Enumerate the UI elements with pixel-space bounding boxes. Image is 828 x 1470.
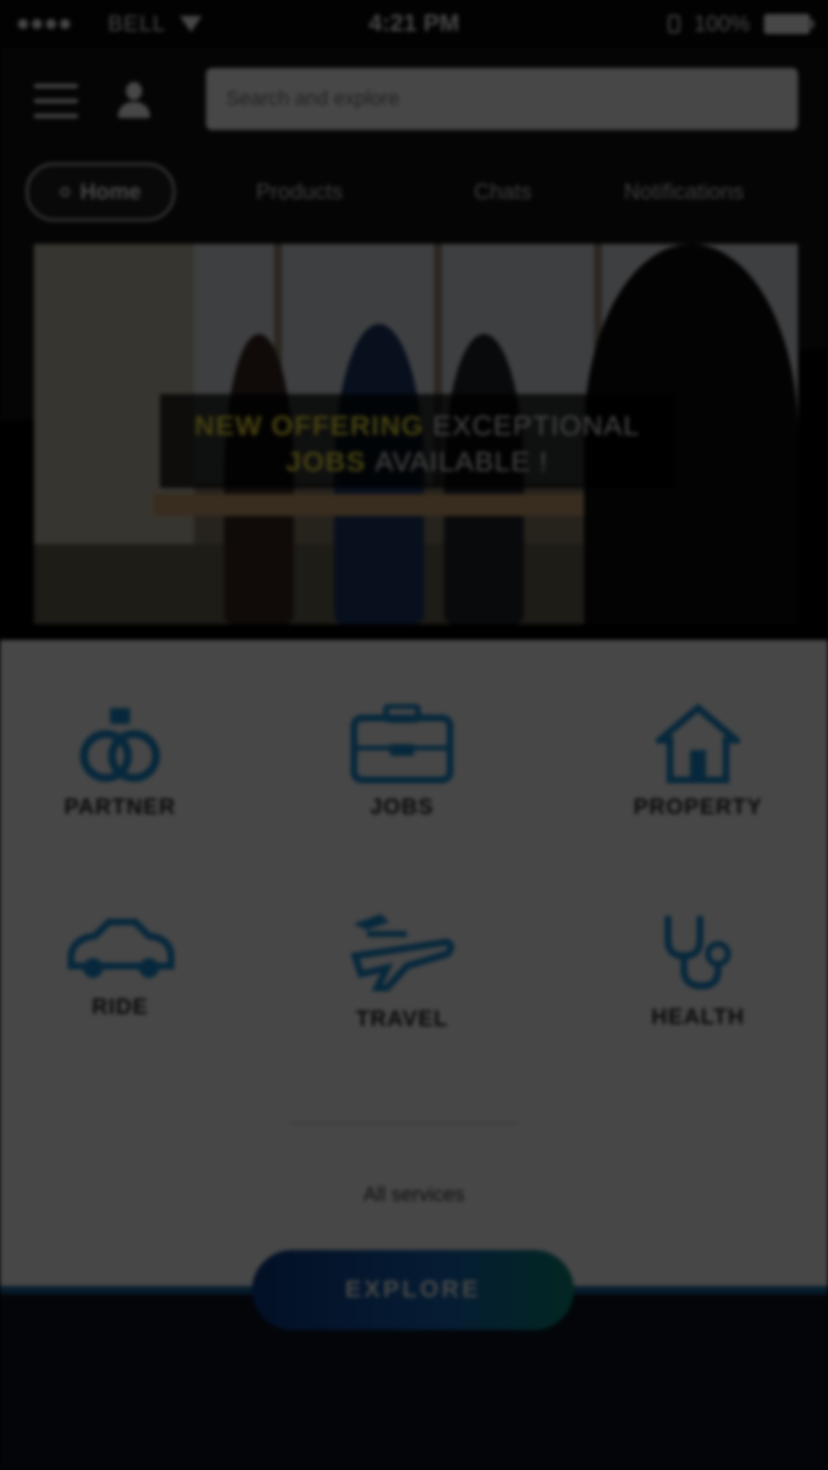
- stethoscope-icon: [664, 916, 731, 990]
- service-ride[interactable]: RIDE: [0, 914, 240, 1020]
- house-icon: [656, 704, 740, 784]
- tab-chats[interactable]: Chats: [474, 169, 531, 215]
- tab-label: Notifications: [624, 179, 744, 204]
- home-dot-icon: [60, 187, 70, 197]
- service-partner[interactable]: PARTNER: [0, 704, 240, 820]
- profile-icon[interactable]: [114, 80, 154, 120]
- all-services-link[interactable]: All services: [0, 1184, 828, 1207]
- clock: 4:21 PM: [368, 10, 460, 37]
- tagline-highlight: NEW OFFERING: [194, 410, 424, 441]
- tab-notifications[interactable]: Notifications: [624, 169, 744, 215]
- status-bar: BELL 4:21 PM 100%: [0, 0, 828, 48]
- battery-icon: [764, 14, 814, 34]
- service-property[interactable]: PROPERTY: [578, 704, 818, 820]
- service-health[interactable]: HEALTH: [578, 910, 818, 1030]
- hero-tagline: NEW OFFERING EXCEPTIONAL JOBS AVAILABLE …: [160, 394, 674, 488]
- table-image: [154, 494, 584, 516]
- service-label: TRAVEL: [355, 1006, 449, 1031]
- divider: [292, 1122, 516, 1124]
- car-icon: [67, 918, 175, 978]
- service-label: HEALTH: [651, 1004, 745, 1029]
- service-travel[interactable]: TRAVEL: [282, 904, 522, 1032]
- airplane-icon: [350, 914, 455, 992]
- service-label: PROPERTY: [633, 794, 763, 819]
- service-label: RIDE: [91, 994, 149, 1019]
- search-input[interactable]: [206, 68, 798, 130]
- tab-products[interactable]: Products: [256, 169, 343, 215]
- app-screen: BELL 4:21 PM 100% Home Products Chats No…: [0, 0, 828, 1470]
- nav-tabs: Home Products Chats Notifications: [26, 163, 806, 221]
- service-jobs[interactable]: JOBS: [282, 704, 522, 820]
- hamburger-menu-icon[interactable]: [34, 84, 78, 118]
- tagline-text: AVAILABLE !: [374, 446, 549, 477]
- briefcase-icon: [350, 704, 454, 784]
- tab-home[interactable]: Home: [26, 163, 176, 221]
- tab-label: Home: [80, 179, 142, 204]
- tagline-highlight: JOBS: [285, 446, 367, 477]
- explore-button[interactable]: EXPLORE: [252, 1250, 574, 1330]
- service-label: PARTNER: [64, 794, 176, 819]
- service-label: JOBS: [370, 794, 434, 819]
- tagline-text: EXCEPTIONAL: [432, 410, 640, 441]
- tab-label: Products: [256, 179, 343, 204]
- tab-label: Chats: [474, 179, 532, 204]
- rings-icon: [80, 708, 160, 782]
